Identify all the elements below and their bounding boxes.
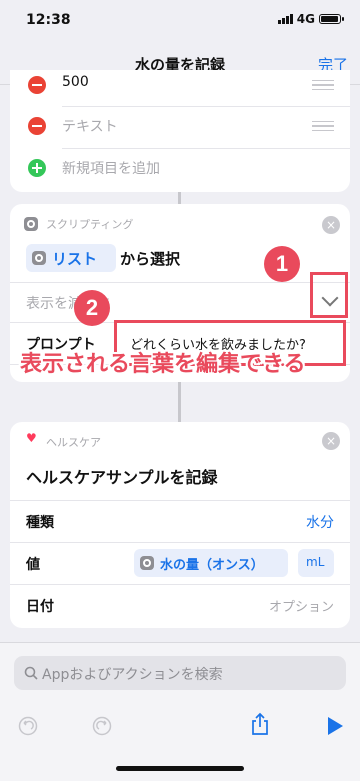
battery-icon [319, 14, 341, 24]
search-placeholder: Appおよびアクションを検索 [42, 667, 223, 683]
gear-icon [140, 556, 154, 570]
chevron-highlight [310, 272, 348, 318]
step-badge-1: 1 [264, 246, 300, 282]
signal-icon [277, 14, 293, 24]
unit-label: mL [306, 555, 325, 569]
type-label: 種類 [26, 515, 54, 531]
list-token-label: リスト [52, 250, 98, 268]
delete-item-icon[interactable] [28, 117, 46, 135]
value-label: 値 [26, 557, 40, 573]
value-token[interactable]: 水の量（オンス） [134, 549, 288, 577]
date-value[interactable]: オプション [269, 596, 334, 615]
search-icon [24, 666, 38, 680]
value-token-label: 水の量（オンス） [160, 558, 264, 573]
network-label: 4G [296, 12, 315, 26]
delete-item-icon[interactable] [28, 76, 46, 94]
flow-connector [178, 382, 181, 422]
list-card: 500 テキスト 新規項目を追加 [10, 70, 350, 192]
card-category: スクリプティング [46, 218, 134, 231]
close-icon[interactable]: × [322, 216, 340, 234]
status-indicators: 4G [277, 12, 344, 26]
bottom-toolbar [0, 700, 360, 752]
type-value[interactable]: 水分 [306, 512, 334, 532]
health-card: ♥ ヘルスケア × ヘルスケアサンプルを記録 種類 水分 値 水の量（オンス） … [10, 422, 350, 628]
date-label: 日付 [26, 599, 54, 615]
add-item-icon[interactable] [28, 159, 46, 177]
redo-icon[interactable] [92, 716, 112, 736]
flow-connector [178, 192, 181, 204]
list-item[interactable]: テキスト [62, 116, 118, 136]
gear-icon [24, 217, 38, 231]
list-item[interactable]: 500 [62, 74, 89, 90]
close-icon[interactable]: × [322, 432, 340, 450]
reorder-handle-icon[interactable] [312, 80, 334, 90]
annotation-caption: 表示される言葉を編集できる [20, 352, 306, 377]
reorder-handle-icon[interactable] [312, 121, 334, 131]
action-title: ヘルスケアサンプルを記録 [26, 468, 218, 487]
play-icon[interactable] [326, 716, 344, 736]
search-input[interactable]: Appおよびアクションを検索 [14, 656, 346, 690]
undo-icon[interactable] [18, 716, 38, 736]
add-item-button[interactable]: 新規項目を追加 [62, 158, 160, 178]
action-title: から選択 [120, 250, 181, 268]
heart-icon: ♥ [26, 431, 37, 445]
card-category: ヘルスケア [46, 436, 101, 449]
status-time: 12:38 [26, 12, 71, 28]
home-indicator [116, 766, 244, 771]
unit-button[interactable]: mL [298, 549, 334, 577]
step-badge-2: 2 [74, 290, 110, 326]
share-icon[interactable] [250, 712, 270, 736]
list-token[interactable]: リスト [26, 244, 116, 272]
gear-icon [32, 251, 46, 265]
